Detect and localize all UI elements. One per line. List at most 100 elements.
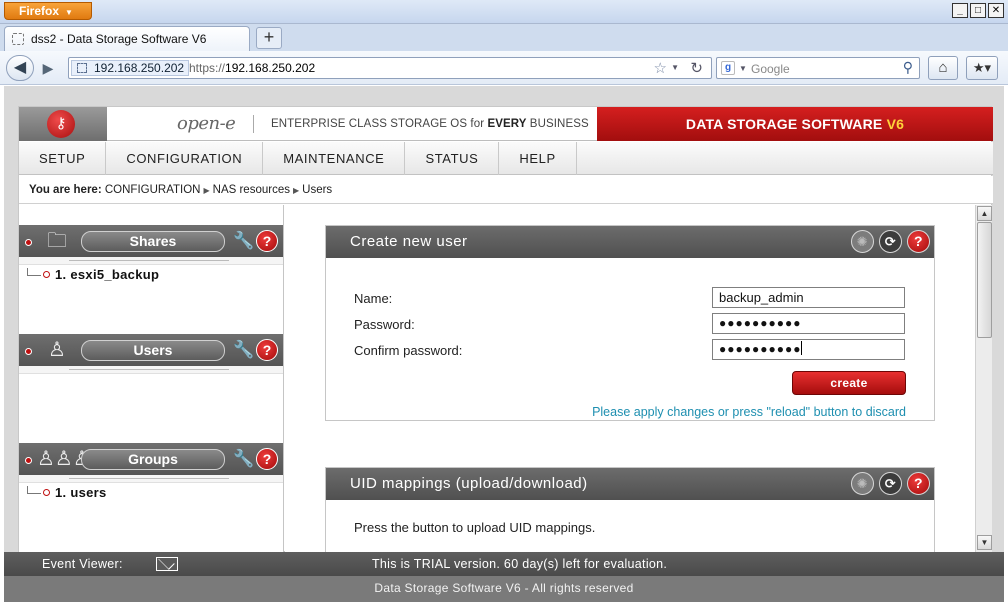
site-identity-icon <box>77 63 87 73</box>
address-bar[interactable]: 192.168.250.202 https://192.168.250.202 … <box>68 57 712 79</box>
product-version: V6 <box>886 116 905 132</box>
url-history-dropdown-icon[interactable]: ▼ <box>671 63 679 72</box>
page-footer: Data Storage Software V6 - All rights re… <box>4 576 1004 602</box>
group-icon: ♙♙♙ <box>37 448 91 470</box>
folder-share-icon: 🗀 <box>47 230 67 252</box>
help-icon[interactable]: ? <box>907 472 930 495</box>
panel-resize-grip[interactable] <box>19 366 283 374</box>
breadcrumb-item-users[interactable]: Users <box>302 184 332 196</box>
arrow-right-icon: ▶ <box>42 60 54 76</box>
users-panel-title[interactable]: Users <box>81 340 225 361</box>
search-icon[interactable]: ⚲ <box>903 59 913 76</box>
logout-key-button[interactable]: ⚷ <box>19 107 107 141</box>
site-identity-label: 192.168.250.202 <box>94 61 185 75</box>
trial-message: This is TRIAL version. 60 day(s) left fo… <box>372 557 668 571</box>
confirm-password-input[interactable]: ●●●●●●●●●● <box>712 339 905 360</box>
vertical-scrollbar[interactable]: ▲ ▼ <box>975 205 992 553</box>
event-viewer-bar: Event Viewer: This is TRIAL version. 60 … <box>4 552 1004 576</box>
app-header: ⚷ open-e ENTERPRISE CLASS STORAGE OS for… <box>19 107 993 141</box>
menu-setup[interactable]: SETUP <box>19 142 107 175</box>
brand-logo: open-e <box>177 113 236 134</box>
bookmarks-button[interactable]: ★▾ <box>966 56 998 80</box>
window-titlebar: Firefox ▼ _ □ ✕ <box>0 0 1008 24</box>
settings-gear-icon[interactable]: ✺ <box>851 472 874 495</box>
menu-help[interactable]: HELP <box>499 142 577 175</box>
main-menu: SETUP CONFIGURATION MAINTENANCE STATUS H… <box>19 142 993 175</box>
shares-panel-header: 🗀 Shares 🔧 ? <box>19 225 283 257</box>
engine-dropdown-icon[interactable]: ▼ <box>739 64 747 73</box>
help-icon[interactable]: ? <box>256 339 278 361</box>
scroll-down-arrow-icon[interactable]: ▼ <box>977 535 992 550</box>
forward-button[interactable]: ▶ <box>36 59 60 77</box>
refresh-icon[interactable]: ⟳ <box>879 472 902 495</box>
firefox-menu-button[interactable]: Firefox ▼ <box>4 2 92 20</box>
close-button[interactable]: ✕ <box>988 3 1004 18</box>
help-icon[interactable]: ? <box>907 230 930 253</box>
product-name: DATA STORAGE SOFTWARE <box>685 116 883 132</box>
arrow-left-icon: ◀ <box>13 59 27 76</box>
new-tab-button[interactable]: + <box>256 27 282 49</box>
bookmark-star-icon[interactable]: ☆ <box>654 59 667 77</box>
pin-icon <box>25 348 32 355</box>
site-identity-button[interactable]: 192.168.250.202 <box>71 60 190 76</box>
card-tools: ✺ ⟳ ? <box>851 472 930 495</box>
card-tools: ✺ ⟳ ? <box>851 230 930 253</box>
search-placeholder: Google <box>751 62 790 76</box>
back-button[interactable]: ◀ <box>6 55 34 81</box>
wrench-icon[interactable]: 🔧 <box>233 338 254 362</box>
dss-app: ⚷ open-e ENTERPRISE CLASS STORAGE OS for… <box>18 106 993 553</box>
breadcrumb: You are here: CONFIGURATION ▶ NAS resource… <box>19 176 993 204</box>
name-input[interactable]: backup_admin <box>712 287 905 308</box>
resource-sidebar: 🗀 Shares 🔧 ? 1. esxi5_backup ♙ Users 🔧 ? <box>19 205 284 553</box>
wrench-icon[interactable]: 🔧 <box>233 229 254 253</box>
pin-icon <box>25 239 32 246</box>
scroll-up-arrow-icon[interactable]: ▲ <box>977 206 992 221</box>
help-icon[interactable]: ? <box>256 448 278 470</box>
panel-resize-grip[interactable] <box>19 257 283 265</box>
tree-branch <box>27 486 41 494</box>
search-bar[interactable]: g ▼ Google ⚲ <box>716 57 920 79</box>
minimize-button[interactable]: _ <box>952 3 968 18</box>
breadcrumb-item-nas-resources[interactable]: NAS resources <box>213 184 290 196</box>
refresh-icon[interactable]: ⟳ <box>879 230 902 253</box>
menu-status[interactable]: STATUS <box>405 142 500 175</box>
panel-resize-grip[interactable] <box>19 475 283 483</box>
group-item-label: 1. users <box>55 485 107 500</box>
help-icon[interactable]: ? <box>256 230 278 252</box>
maximize-button[interactable]: □ <box>970 3 986 18</box>
create-user-header: Create new user ✺ ⟳ ? <box>326 226 934 258</box>
password-input[interactable]: ●●●●●●●●●● <box>712 313 905 334</box>
google-engine-icon[interactable]: g <box>721 61 735 75</box>
browser-tab-active[interactable]: dss2 - Data Storage Software V6 <box>4 26 250 51</box>
menu-maintenance[interactable]: MAINTENANCE <box>263 142 406 175</box>
shares-panel-title[interactable]: Shares <box>81 231 225 252</box>
card-title: Create new user <box>350 233 468 250</box>
share-item-label: 1. esxi5_backup <box>55 267 160 282</box>
breadcrumb-label: You are here: <box>29 184 102 196</box>
scrollbar-thumb[interactable] <box>977 222 992 338</box>
tree-node-icon <box>43 271 50 278</box>
tree-item-group[interactable]: 1. users <box>27 485 107 500</box>
bookmarks-star-icon: ★▾ <box>972 60 992 75</box>
breadcrumb-arrow-icon: ▶ <box>292 186 300 195</box>
pin-icon <box>25 457 32 464</box>
breadcrumb-item-configuration[interactable]: CONFIGURATION <box>105 184 201 196</box>
product-banner: DATA STORAGE SOFTWARE V6 <box>597 107 993 141</box>
window-controls: _ □ ✕ <box>952 3 1004 18</box>
breadcrumb-arrow-icon: ▶ <box>203 186 210 195</box>
create-button[interactable]: create <box>792 371 906 395</box>
home-button[interactable]: ⌂ <box>928 56 958 80</box>
menu-configuration[interactable]: CONFIGURATION <box>106 142 264 175</box>
url-text[interactable]: https://192.168.250.202 <box>189 61 315 75</box>
home-icon: ⌂ <box>938 59 948 76</box>
settings-gear-icon[interactable]: ✺ <box>851 230 874 253</box>
tagline-bold: EVERY <box>487 118 527 130</box>
groups-panel-title[interactable]: Groups <box>81 449 225 470</box>
card-title: UID mappings (upload/download) <box>350 475 588 492</box>
envelope-icon[interactable] <box>156 557 178 571</box>
reload-icon[interactable]: ↻ <box>690 59 703 77</box>
wrench-icon[interactable]: 🔧 <box>233 447 254 471</box>
tree-item-share[interactable]: 1. esxi5_backup <box>27 267 159 282</box>
tree-branch <box>27 268 41 276</box>
uid-mappings-header: UID mappings (upload/download) ✺ ⟳ ? <box>326 468 934 500</box>
